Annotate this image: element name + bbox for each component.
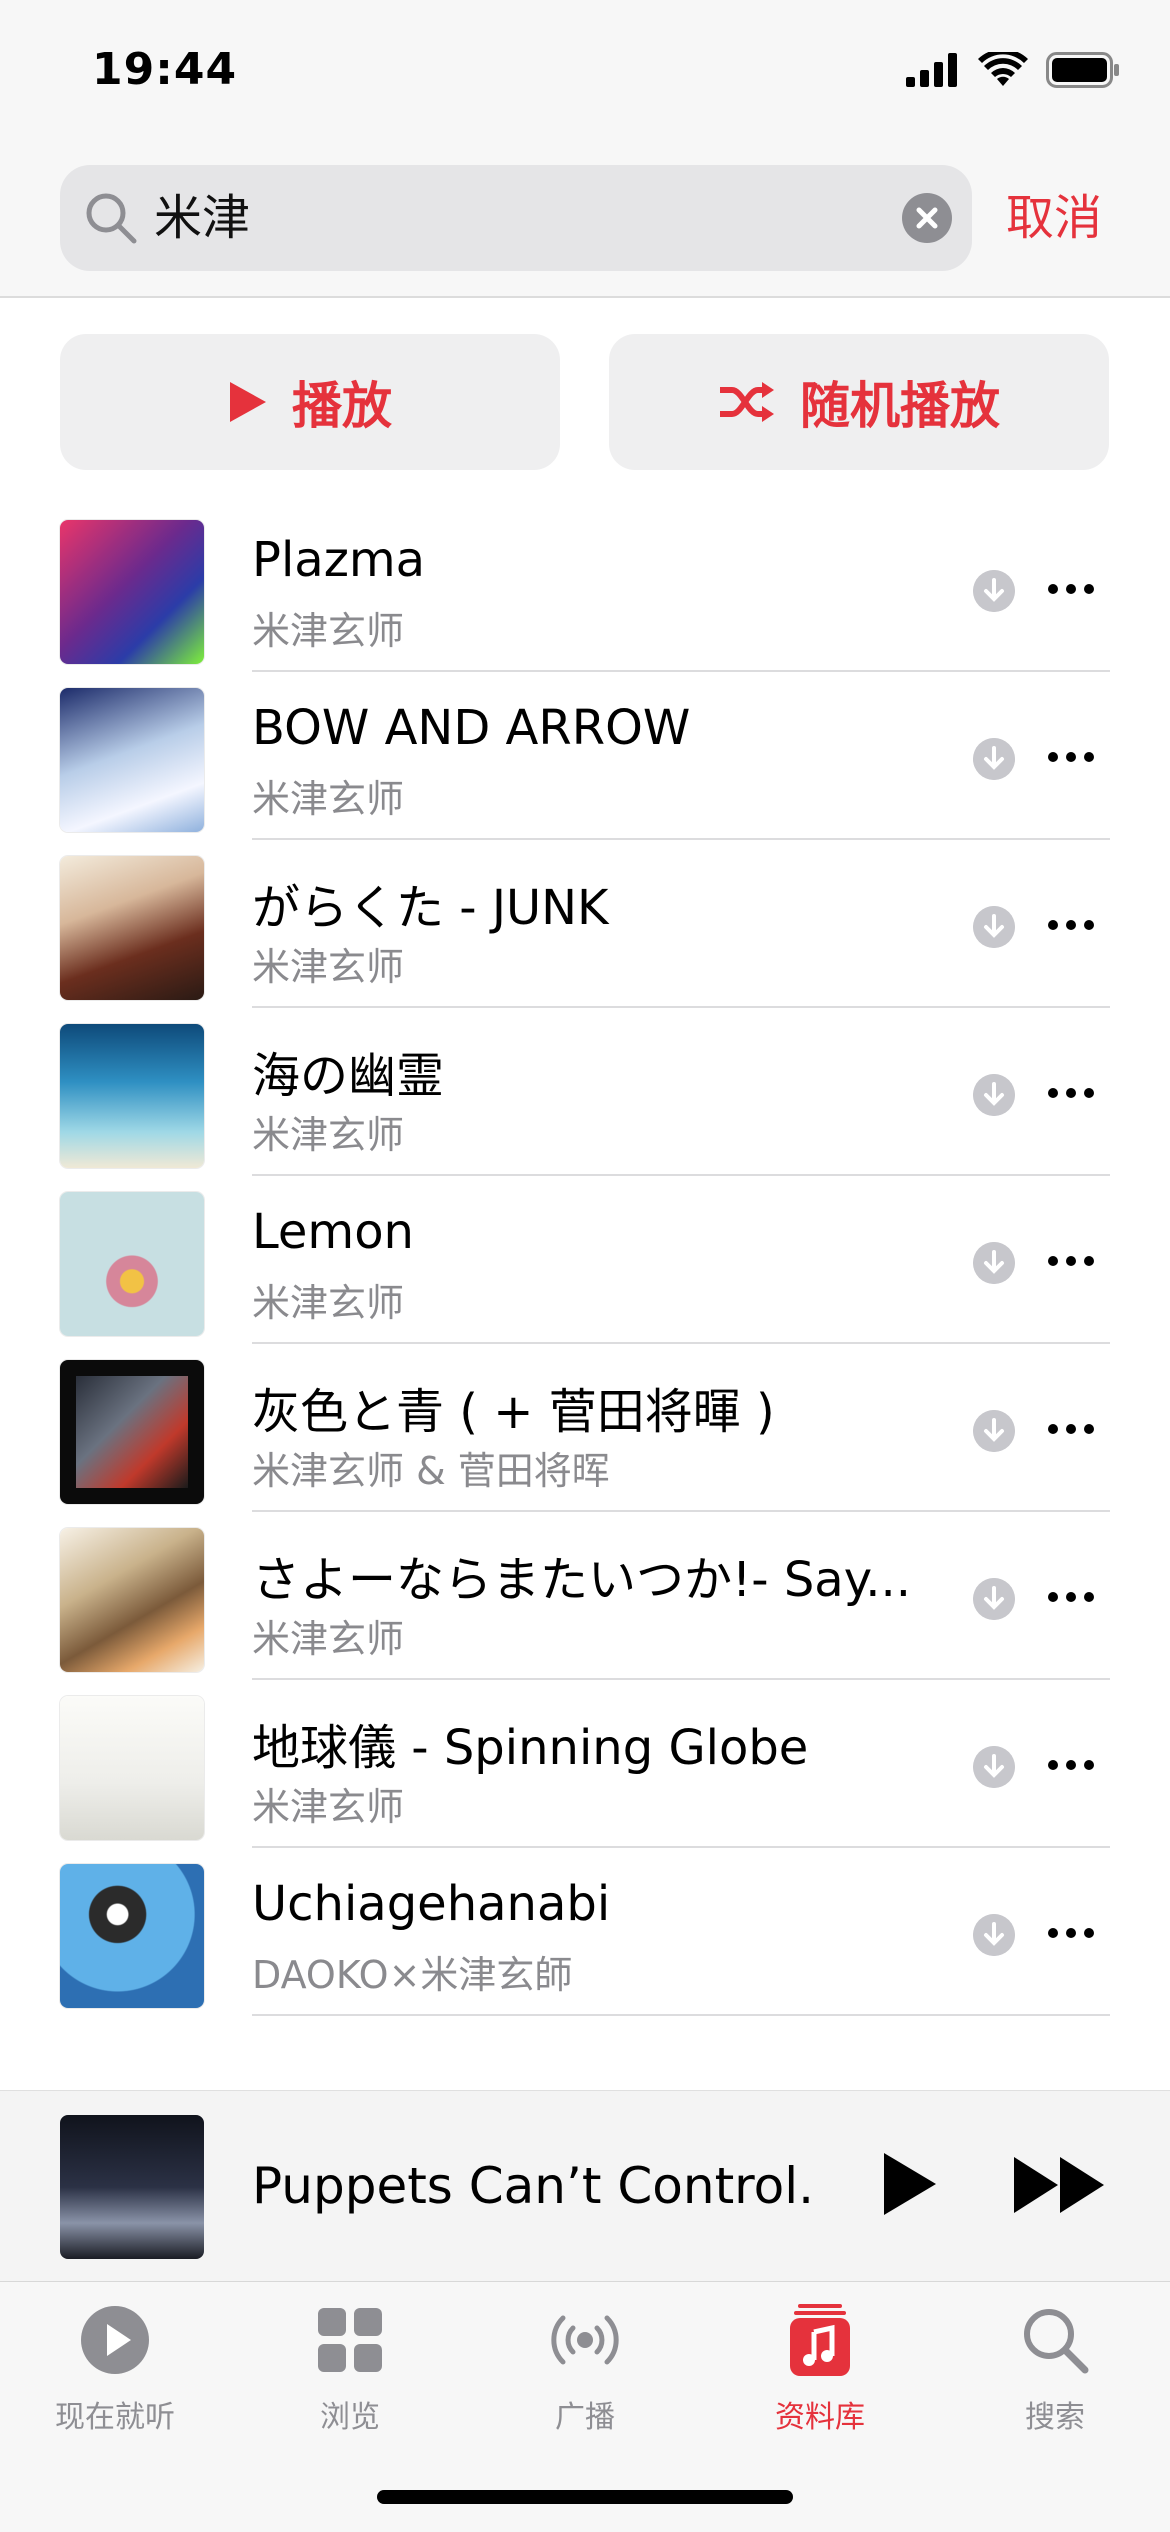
play-icon xyxy=(230,382,266,422)
download-icon[interactable] xyxy=(973,1242,1015,1284)
download-icon[interactable] xyxy=(973,1746,1015,1788)
song-artist: 米津玄师 & 菅田将晖 xyxy=(252,1449,610,1493)
more-options-icon[interactable] xyxy=(1046,574,1096,604)
fast-forward-icon[interactable] xyxy=(1012,2153,1108,2217)
song-artist: 米津玄师 xyxy=(252,1281,405,1325)
song-row[interactable]: Lemon 米津玄师 xyxy=(0,1176,1170,1344)
album-artwork xyxy=(60,688,204,832)
mini-player[interactable]: Puppets Can’t Control... xyxy=(0,2090,1170,2283)
more-options-icon[interactable] xyxy=(1046,1414,1096,1444)
song-title: 灰色と青 ( + 菅田将暉 ) xyxy=(252,1384,775,1440)
download-icon[interactable] xyxy=(973,906,1015,948)
cancel-button[interactable]: 取消 xyxy=(1006,165,1102,271)
download-icon[interactable] xyxy=(973,1578,1015,1620)
wifi-icon xyxy=(978,52,1028,86)
close-icon xyxy=(916,207,938,229)
more-options-icon[interactable] xyxy=(1046,1078,1096,1108)
more-options-icon[interactable] xyxy=(1046,1246,1096,1276)
album-artwork xyxy=(60,1696,204,1840)
song-title: 海の幽霊 xyxy=(252,1048,445,1104)
download-icon[interactable] xyxy=(973,1914,1015,1956)
song-title: がらくた - JUNK xyxy=(252,880,609,936)
album-artwork xyxy=(60,1360,204,1504)
status-bar: 19:44 xyxy=(0,0,1170,150)
download-icon[interactable] xyxy=(973,1410,1015,1452)
header-area: 19:44 米津 取消 xyxy=(0,0,1170,298)
tab-label: 搜索 xyxy=(1025,2400,1085,2435)
shuffle-icon xyxy=(720,382,774,422)
now-playing-artwork xyxy=(60,2115,204,2259)
radio-icon xyxy=(551,2315,619,2365)
song-title: 地球儀 - Spinning Globe xyxy=(252,1720,809,1776)
tab-label: 广播 xyxy=(555,2400,615,2435)
more-options-icon[interactable] xyxy=(1046,742,1096,772)
song-artist: DAOKO×米津玄師 xyxy=(252,1953,573,1997)
row-divider xyxy=(252,2014,1110,2016)
song-artist: 米津玄师 xyxy=(252,609,405,653)
song-list: Plazma 米津玄师 BOW AND ARROW 米津玄师 がらくた - JU… xyxy=(0,504,1170,2016)
song-artist: 米津玄师 xyxy=(252,945,405,989)
download-icon[interactable] xyxy=(973,738,1015,780)
more-options-icon[interactable] xyxy=(1046,1582,1096,1612)
grid-icon xyxy=(318,2308,382,2372)
song-row[interactable]: 灰色と青 ( + 菅田将暉 ) 米津玄师 & 菅田将晖 xyxy=(0,1344,1170,1512)
song-title: さよーならまたいつか!- Say... xyxy=(252,1552,912,1608)
tab-browse[interactable]: 浏览 xyxy=(250,2302,450,2436)
song-title: BOW AND ARROW xyxy=(252,700,691,756)
song-row[interactable]: BOW AND ARROW 米津玄师 xyxy=(0,672,1170,840)
song-row[interactable]: 海の幽霊 米津玄师 xyxy=(0,1008,1170,1176)
more-options-icon[interactable] xyxy=(1046,910,1096,940)
song-title: Uchiagehanabi xyxy=(252,1876,611,1932)
shuffle-label: 随机播放 xyxy=(800,377,1000,435)
song-row[interactable]: さよーならまたいつか!- Say... 米津玄师 xyxy=(0,1512,1170,1680)
album-artwork xyxy=(60,1192,204,1336)
tab-radio[interactable]: 广播 xyxy=(485,2302,685,2436)
album-artwork xyxy=(60,856,204,1000)
album-artwork xyxy=(60,1864,204,2008)
song-title: Lemon xyxy=(252,1204,414,1260)
signal-icon xyxy=(906,53,957,87)
play-all-button[interactable]: 播放 xyxy=(60,334,560,470)
now-playing-title: Puppets Can’t Control... xyxy=(252,2157,812,2215)
download-icon[interactable] xyxy=(973,570,1015,612)
song-row[interactable]: Uchiagehanabi DAOKO×米津玄師 xyxy=(0,1848,1170,2016)
song-row[interactable]: 地球儀 - Spinning Globe 米津玄师 xyxy=(0,1680,1170,1848)
song-title: Plazma xyxy=(252,532,426,588)
more-options-icon[interactable] xyxy=(1046,1918,1096,1948)
song-artist: 米津玄师 xyxy=(252,1785,405,1829)
clear-search-button[interactable] xyxy=(902,193,952,243)
tab-label: 资料库 xyxy=(775,2400,865,2435)
song-artist: 米津玄师 xyxy=(252,1113,405,1157)
album-artwork xyxy=(60,1024,204,1168)
battery-icon xyxy=(1046,52,1119,88)
search-input[interactable]: 米津 xyxy=(60,165,972,271)
album-artwork-inner xyxy=(76,1376,188,1488)
download-icon[interactable] xyxy=(973,1074,1015,1116)
tab-search[interactable]: 搜索 xyxy=(955,2302,1155,2436)
tab-library[interactable]: 资料库 xyxy=(720,2302,920,2436)
song-row[interactable]: がらくた - JUNK 米津玄师 xyxy=(0,840,1170,1008)
tab-label: 浏览 xyxy=(320,2400,380,2435)
status-icons xyxy=(906,52,1120,88)
status-time: 19:44 xyxy=(92,44,238,95)
library-music-icon xyxy=(790,2304,850,2376)
search-icon xyxy=(86,193,137,244)
song-artist: 米津玄师 xyxy=(252,777,405,821)
song-artist: 米津玄师 xyxy=(252,1617,405,1661)
album-artwork xyxy=(60,520,204,664)
song-row[interactable]: Plazma 米津玄师 xyxy=(0,504,1170,672)
tab-listen-now[interactable]: 现在就听 xyxy=(15,2302,215,2436)
play-circle-icon xyxy=(81,2306,149,2374)
shuffle-button[interactable]: 随机播放 xyxy=(609,334,1109,470)
play-icon[interactable] xyxy=(880,2149,940,2219)
more-options-icon[interactable] xyxy=(1046,1750,1096,1780)
search-icon xyxy=(1024,2309,1089,2374)
tab-label: 现在就听 xyxy=(55,2400,175,2435)
play-all-label: 播放 xyxy=(292,377,392,435)
search-query[interactable]: 米津 xyxy=(154,165,250,271)
home-indicator xyxy=(377,2490,793,2504)
album-artwork xyxy=(60,1528,204,1672)
tab-bar: 现在就听 浏览 广播 资料库 搜索 xyxy=(0,2282,1170,2532)
